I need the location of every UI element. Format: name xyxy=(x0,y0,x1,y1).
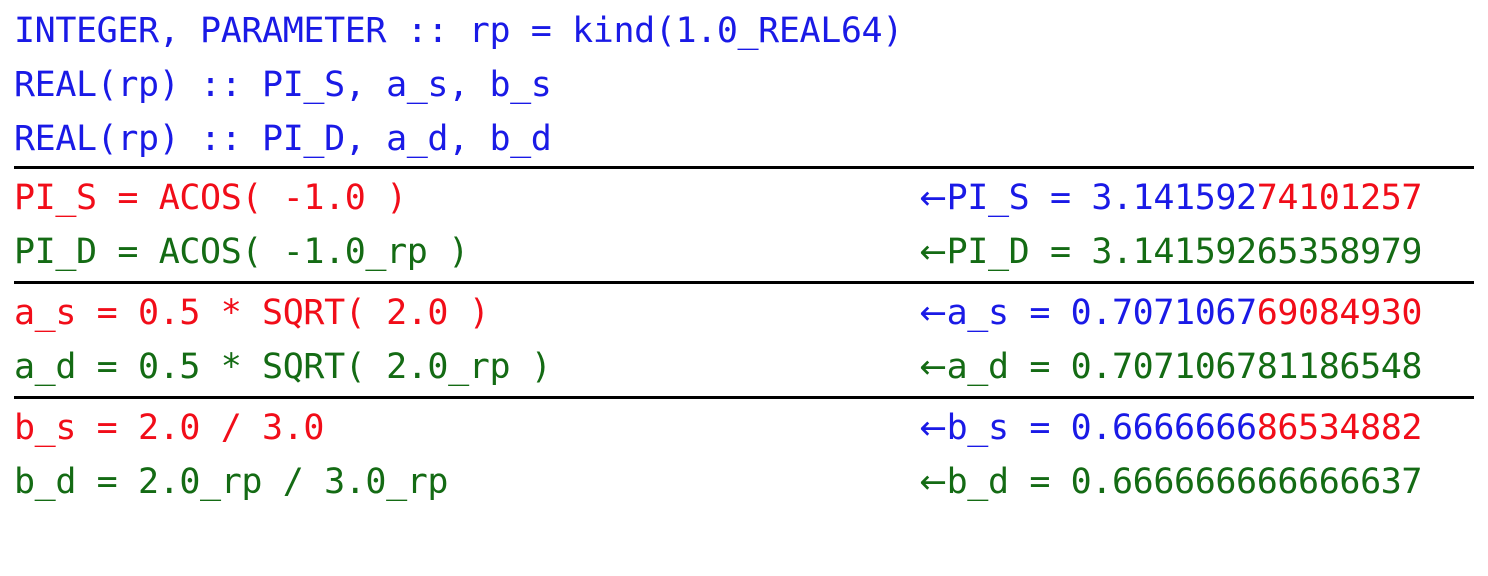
single-statement-2: b_s = 2.0 / 3.0 xyxy=(14,408,325,448)
double-precision-row: b_d = 2.0_rp / 3.0_rp ←b_d = 0.666666666… xyxy=(14,455,1474,509)
declaration-text-0: INTEGER, PARAMETER :: rp = kind(1.0_REAL… xyxy=(14,11,903,51)
double-statement-2: b_d = 2.0_rp / 3.0_rp xyxy=(14,462,449,502)
double-statement-0: PI_D = ACOS( -1.0_rp ) xyxy=(14,232,469,272)
single-statement-0: PI_S = ACOS( -1.0 ) xyxy=(14,178,407,218)
declaration-text-1: REAL(rp) :: PI_S, a_s, b_s xyxy=(14,65,552,105)
declaration-line: REAL(rp) :: PI_S, a_s, b_s xyxy=(14,58,1474,112)
declaration-line: INTEGER, PARAMETER :: rp = kind(1.0_REAL… xyxy=(14,4,1474,58)
single-statement-1: a_s = 0.5 * SQRT( 2.0 ) xyxy=(14,293,490,333)
left-arrow-icon: ← xyxy=(919,462,947,501)
double-result-2: ←b_d = 0.666666666666637 xyxy=(754,401,1474,563)
double-result-label-2: b_d = xyxy=(946,462,1071,502)
fortran-precision-slide: INTEGER, PARAMETER :: rp = kind(1.0_REAL… xyxy=(0,0,1488,576)
double-statement-1: a_d = 0.5 * SQRT( 2.0_rp ) xyxy=(14,347,552,387)
declaration-text-2: REAL(rp) :: PI_D, a_d, b_d xyxy=(14,119,552,159)
comparison-group-b: b_s = 2.0 / 3.0 ←b_s = 0.666666686534882… xyxy=(14,401,1474,509)
double-result-value-2: 0.666666666666637 xyxy=(1070,462,1423,502)
